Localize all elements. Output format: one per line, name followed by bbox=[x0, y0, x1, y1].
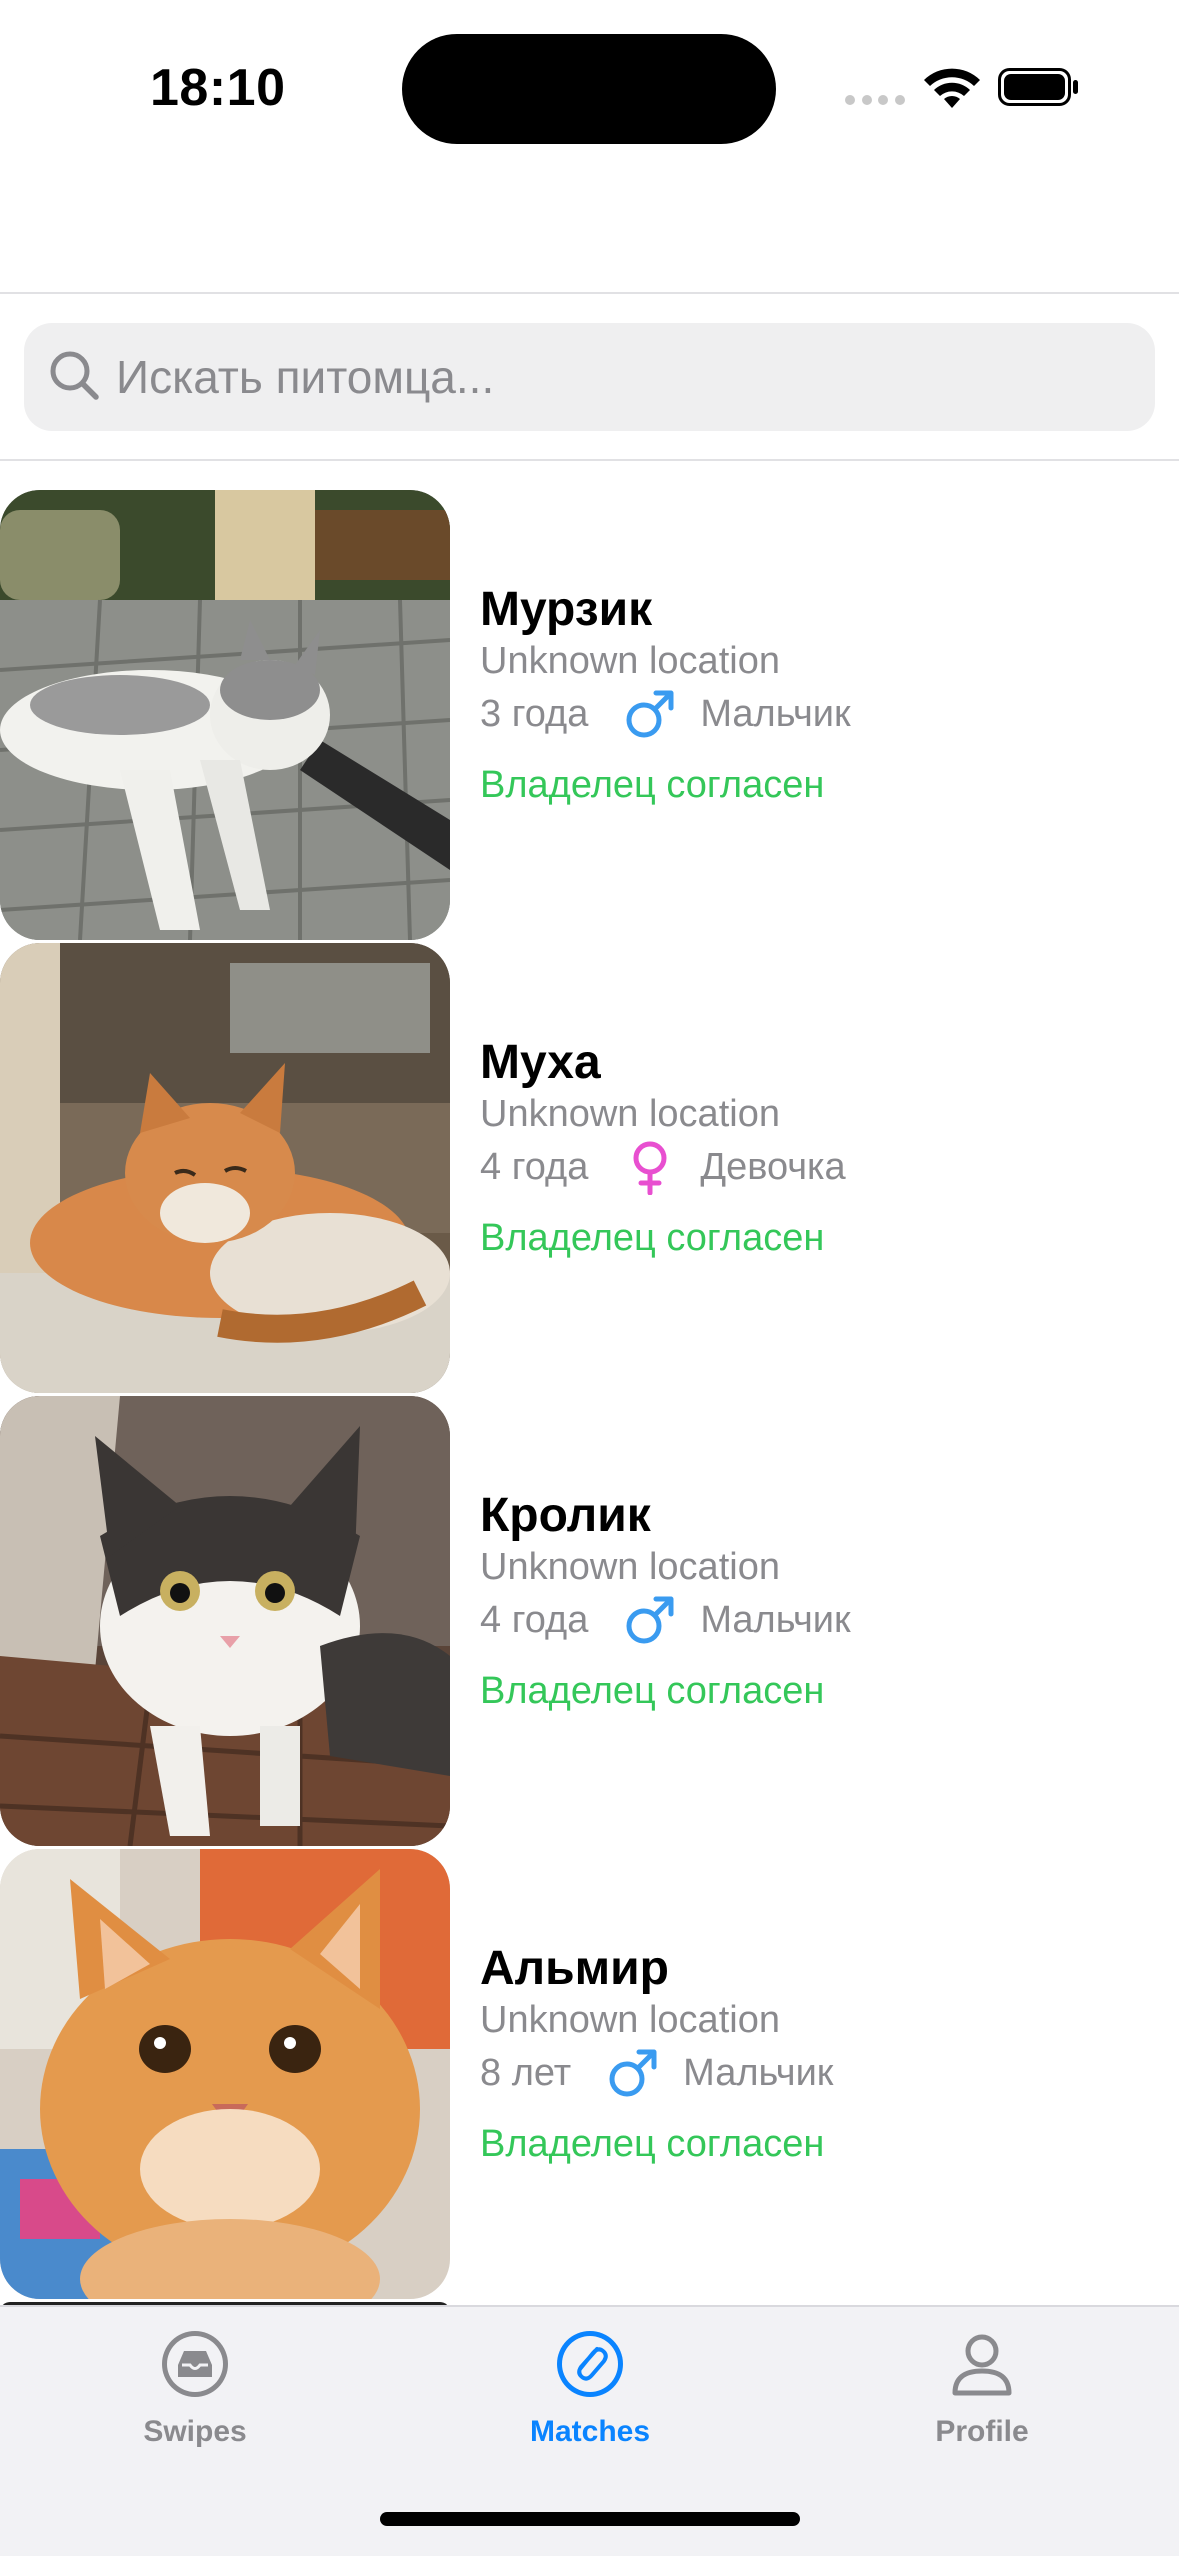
pet-location: Unknown location bbox=[480, 1093, 780, 1135]
status-bar: 18:10 bbox=[0, 0, 1179, 180]
pet-info: Муха Unknown location 4 года Девочка Вла… bbox=[480, 943, 1160, 1393]
pet-name: Альмир bbox=[480, 1942, 669, 1995]
search-bar[interactable] bbox=[24, 323, 1155, 431]
male-icon bbox=[626, 1596, 674, 1644]
wifi-icon bbox=[924, 68, 980, 108]
male-icon bbox=[609, 2049, 657, 2097]
tab-matches[interactable]: Matches bbox=[470, 2327, 710, 2477]
pet-name: Кролик bbox=[480, 1489, 651, 1542]
tab-swipes[interactable]: Swipes bbox=[75, 2327, 315, 2477]
pet-meta: 4 года Девочка bbox=[480, 1139, 846, 1195]
pet-location: Unknown location bbox=[480, 1999, 780, 2041]
pet-age: 4 года bbox=[480, 1145, 589, 1188]
pet-photo bbox=[0, 943, 450, 1393]
pet-info: Альмир Unknown location 8 лет Мальчик Вл… bbox=[480, 1849, 1160, 2299]
pet-name: Муха bbox=[480, 1036, 601, 1089]
pet-name: Мурзик bbox=[480, 583, 653, 636]
cellular-dots-icon bbox=[845, 95, 905, 107]
status-time: 18:10 bbox=[150, 59, 286, 117]
pet-gender: Мальчик bbox=[700, 692, 851, 735]
pet-info: Мурзик Unknown location 3 года Мальчик В… bbox=[480, 490, 1160, 940]
matches-list[interactable]: Мурзик Unknown location 3 года Мальчик В… bbox=[0, 490, 1179, 2305]
pet-meta: 4 года Мальчик bbox=[480, 1592, 851, 1648]
pet-photo bbox=[0, 1396, 450, 1846]
owner-status: Владелец согласен bbox=[480, 764, 825, 806]
nav-divider bbox=[0, 292, 1179, 294]
list-item[interactable]: Кролик Unknown location 4 года Мальчик В… bbox=[0, 1396, 1179, 1846]
pet-age: 4 года bbox=[480, 1598, 589, 1641]
list-item[interactable]: Альмир Unknown location 8 лет Мальчик Вл… bbox=[0, 1849, 1179, 2299]
pet-meta: 8 лет Мальчик bbox=[480, 2045, 833, 2101]
pet-gender: Девочка bbox=[700, 1145, 846, 1188]
person-icon bbox=[952, 2334, 1012, 2396]
tray-icon bbox=[162, 2331, 228, 2397]
owner-status: Владелец согласен bbox=[480, 1217, 825, 1259]
pet-info: Кролик Unknown location 4 года Мальчик В… bbox=[480, 1396, 1160, 1846]
search-input[interactable] bbox=[116, 323, 1136, 431]
list-item[interactable]: Муха Unknown location 4 года Девочка Вла… bbox=[0, 943, 1179, 1393]
list-item[interactable]: Мурзик Unknown location 3 года Мальчик В… bbox=[0, 490, 1179, 940]
home-indicator[interactable] bbox=[380, 2512, 800, 2526]
pet-photo bbox=[0, 1849, 450, 2299]
tab-label: Swipes bbox=[143, 2415, 247, 2448]
tab-label: Profile bbox=[935, 2415, 1029, 2448]
battery-icon bbox=[998, 68, 1078, 106]
tab-label: Matches bbox=[529, 2415, 651, 2448]
paperclip-icon bbox=[557, 2331, 623, 2397]
pet-age: 8 лет bbox=[480, 2051, 572, 2094]
owner-status: Владелец согласен bbox=[480, 2123, 825, 2165]
pet-gender: Мальчик bbox=[683, 2051, 834, 2094]
male-icon bbox=[626, 690, 674, 738]
pet-location: Unknown location bbox=[480, 1546, 780, 1588]
pet-photo bbox=[0, 490, 450, 940]
search-icon bbox=[50, 351, 99, 400]
tab-profile[interactable]: Profile bbox=[862, 2327, 1102, 2477]
dynamic-island bbox=[402, 34, 776, 144]
owner-status: Владелец согласен bbox=[480, 1670, 825, 1712]
pet-location: Unknown location bbox=[480, 640, 780, 682]
pet-gender: Мальчик bbox=[700, 1598, 851, 1641]
pet-meta: 3 года Мальчик bbox=[480, 686, 851, 742]
search-divider bbox=[0, 459, 1179, 461]
female-icon bbox=[633, 1141, 667, 1195]
pet-age: 3 года bbox=[480, 692, 589, 735]
